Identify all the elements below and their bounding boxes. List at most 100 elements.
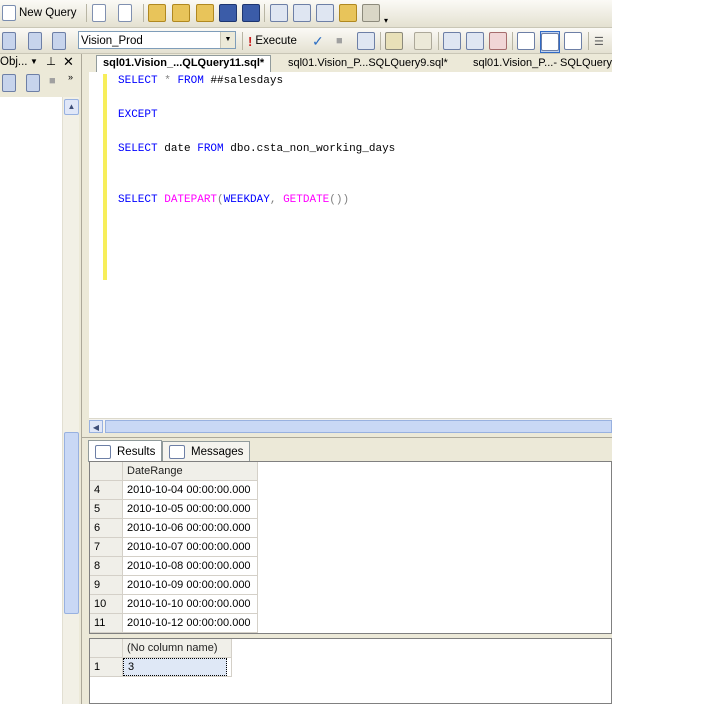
object-explorer-button[interactable] — [316, 3, 334, 23]
tab-messages[interactable]: Messages — [162, 441, 251, 461]
tab-sqlquery9[interactable]: sql01.Vision_P...SQLQuery9.sql* — [282, 56, 454, 71]
toolbar-separator — [588, 32, 589, 50]
tab-sqlquery-other[interactable]: sql01.Vision_P...- SQLQuery — [467, 56, 612, 71]
cell[interactable]: 2010-10-06 00:00:00.000 — [122, 518, 258, 538]
stop-icon[interactable]: ■ — [49, 75, 56, 87]
cell[interactable]: 2010-10-05 00:00:00.000 — [122, 499, 258, 519]
client-stats-icon — [466, 32, 484, 50]
checkmark-icon: ✓ — [312, 32, 324, 49]
include-plan-button[interactable] — [443, 31, 461, 51]
table-row[interactable]: 8 2010-10-08 00:00:00.000 — [90, 556, 258, 576]
template-explorer-icon — [339, 4, 357, 22]
table-row[interactable]: 7 2010-10-07 00:00:00.000 — [90, 537, 258, 557]
row-number: 6 — [90, 518, 123, 538]
connect-button[interactable] — [2, 31, 16, 51]
editor-horizontal-scrollbar[interactable]: ◀ — [89, 418, 612, 434]
toolbar-overflow-button[interactable]: ▾ — [384, 10, 388, 30]
activity-monitor-button[interactable] — [270, 3, 288, 23]
client-stats-button[interactable] — [466, 31, 484, 51]
grid-icon — [95, 444, 111, 459]
cell[interactable]: 2010-10-04 00:00:00.000 — [122, 480, 258, 500]
properties-button[interactable] — [362, 3, 380, 23]
tab-sqlquery11[interactable]: sql01.Vision_...QLQuery11.sql* — [96, 55, 272, 73]
window-position-dropdown[interactable]: ▼ — [30, 54, 38, 70]
new-connection-button[interactable] — [52, 31, 66, 51]
code-line: SELECT * FROM ##salesdays — [118, 75, 284, 87]
object-explorer-tree[interactable] — [0, 97, 62, 704]
intellisense-button[interactable] — [414, 31, 432, 51]
pencil-icon — [385, 32, 403, 50]
cell-value: 3 — [123, 658, 227, 676]
execute-icon: ! — [248, 33, 253, 49]
results-file-icon — [564, 32, 582, 50]
toolbar-overflow-icon[interactable]: » — [68, 72, 73, 82]
column-header[interactable]: DateRange — [122, 462, 258, 481]
change-connection-icon — [28, 32, 42, 50]
new-query-file-button[interactable] — [118, 3, 132, 23]
save-all-icon — [242, 4, 260, 22]
close-icon[interactable]: ✕ — [63, 54, 74, 70]
object-explorer-scrollbar[interactable]: ▲ — [62, 97, 79, 704]
results-to-grid-button[interactable] — [540, 31, 560, 53]
toolbar-separator — [86, 4, 87, 22]
chevron-down-icon: ▼ — [220, 32, 235, 48]
results-to-file-button[interactable] — [564, 31, 582, 51]
stop-icon: ■ — [336, 35, 343, 47]
change-tracking-bar — [103, 74, 107, 280]
save-button[interactable] — [219, 3, 237, 23]
table-row[interactable]: 4 2010-10-04 00:00:00.000 — [90, 480, 258, 500]
cell[interactable]: 2010-10-10 00:00:00.000 — [122, 594, 258, 614]
scrollbar-thumb[interactable] — [64, 432, 79, 614]
sql-editor[interactable]: SELECT * FROM ##salesdays EXCEPT SELECT … — [89, 72, 612, 418]
disconnect-icon[interactable] — [26, 74, 40, 92]
change-connection-button[interactable] — [28, 31, 42, 51]
new-query-icon — [2, 5, 16, 21]
cell[interactable]: 2010-10-12 00:00:00.000 — [122, 613, 258, 633]
results-grid-2[interactable]: (No column name) 1 3 — [89, 638, 612, 704]
registered-servers-button[interactable] — [293, 3, 311, 23]
save-all-button[interactable] — [242, 3, 260, 23]
results-tab-strip: Results Messages — [82, 438, 612, 462]
table-row[interactable]: 1 3 — [90, 657, 232, 677]
new-query-button[interactable]: New Query — [2, 3, 77, 23]
selected-cell[interactable]: 3 — [122, 657, 232, 677]
open-file-button[interactable] — [196, 3, 214, 23]
results-to-text-button[interactable] — [517, 31, 535, 51]
table-row[interactable]: 11 2010-10-12 00:00:00.000 — [90, 613, 258, 633]
scroll-up-icon[interactable]: ▲ — [64, 99, 79, 115]
cancel-query-button[interactable]: ■ — [336, 31, 343, 51]
display-plan-button[interactable] — [357, 31, 375, 51]
table-row[interactable]: 5 2010-10-05 00:00:00.000 — [90, 499, 258, 519]
results-grid-1[interactable]: DateRange 4 2010-10-04 00:00:00.000 5 2010… — [89, 461, 612, 634]
pin-icon[interactable]: ⊥ — [46, 54, 56, 70]
table-row[interactable]: 6 2010-10-06 00:00:00.000 — [90, 518, 258, 538]
scrollbar-thumb[interactable] — [105, 420, 612, 433]
cell[interactable]: 2010-10-09 00:00:00.000 — [122, 575, 258, 595]
template-explorer-button[interactable] — [339, 3, 357, 23]
tab-results[interactable]: Results — [88, 440, 163, 462]
ssms-window: New Query ▾ Vision_Prod ▼ ! Execute ✓ ■ … — [0, 0, 612, 704]
comment-button[interactable]: ☰ — [594, 31, 604, 51]
database-select[interactable]: Vision_Prod ▼ — [78, 31, 236, 49]
cell[interactable]: 2010-10-08 00:00:00.000 — [122, 556, 258, 576]
query-designer-button[interactable] — [385, 31, 403, 51]
header-row: (No column name) — [90, 639, 232, 658]
document-tab-strip: sql01.Vision_...QLQuery11.sql* sql01.Vis… — [82, 54, 612, 73]
toolbar-separator — [380, 32, 381, 50]
object-explorer-toolbar: ■ » — [0, 72, 80, 92]
open-project-button[interactable] — [172, 3, 190, 23]
execute-button[interactable]: ! Execute — [248, 31, 297, 51]
connect-icon[interactable] — [2, 74, 16, 92]
object-explorer-panel: Obj... ▼ ⊥ ✕ ■ » ▲ — [0, 54, 82, 704]
cell[interactable]: 2010-10-07 00:00:00.000 — [122, 537, 258, 557]
table-row[interactable]: 9 2010-10-09 00:00:00.000 — [90, 575, 258, 595]
table-row[interactable]: 10 2010-10-10 00:00:00.000 — [90, 594, 258, 614]
parse-button[interactable]: ✓ — [312, 31, 324, 51]
new-file-button[interactable] — [92, 3, 106, 23]
sqlcmd-mode-button[interactable] — [489, 31, 507, 51]
row-number: 5 — [90, 499, 123, 519]
scroll-left-icon[interactable]: ◀ — [89, 420, 103, 433]
open-folder-button[interactable] — [148, 3, 166, 23]
object-explorer-icon — [316, 4, 334, 22]
column-header[interactable]: (No column name) — [122, 639, 232, 658]
